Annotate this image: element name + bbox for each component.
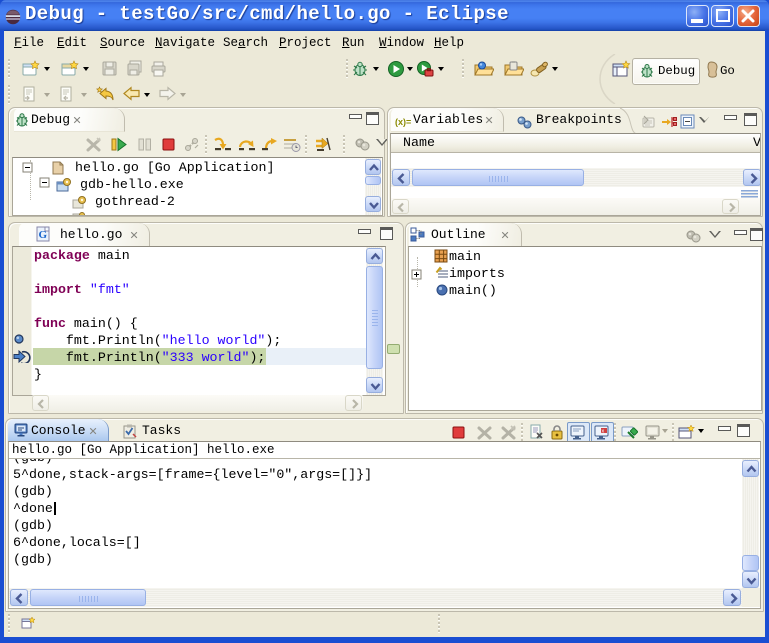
- svg-text:(x)=: (x)=: [395, 117, 411, 127]
- svg-text:G: G: [39, 229, 48, 241]
- svg-text:x: x: [602, 429, 605, 435]
